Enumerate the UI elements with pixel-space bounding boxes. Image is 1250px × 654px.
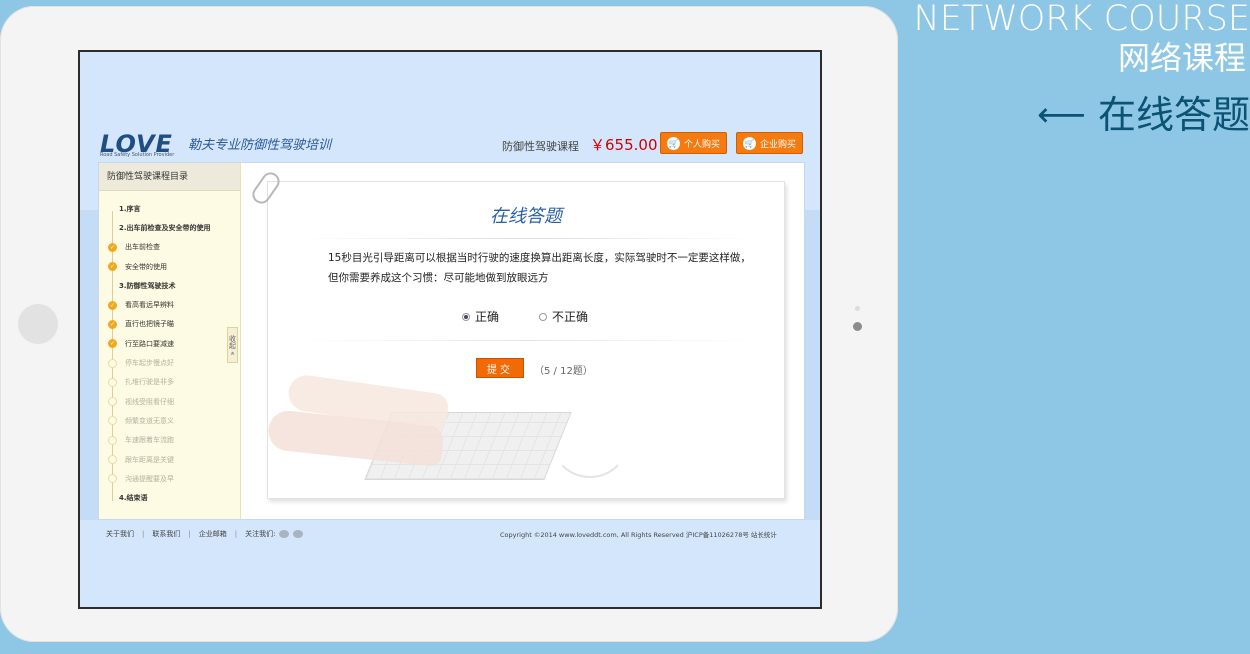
title-divider: [298, 238, 758, 239]
submit-button[interactable]: 提交: [476, 358, 524, 378]
quiz-card: 在线答题 15秒目光引导距离可以根据当时行驶的速度换算出距离长度，实际驾驶时不一…: [267, 181, 785, 499]
toc-item-section[interactable]: 3.防御性驾驶技术: [99, 276, 240, 295]
toc-item-pending[interactable]: 跟车距离是关键: [99, 450, 240, 469]
check-icon: ✓: [108, 242, 117, 252]
check-icon: ✓: [108, 262, 117, 272]
toc-item-completed[interactable]: ✓ 看高看远早辨料: [99, 295, 240, 314]
toc-item-label: 3.防御性驾驶技术: [119, 281, 176, 290]
caption-page-label: 在线答题: [1097, 93, 1250, 137]
course-price: ￥655.00: [590, 136, 658, 154]
check-icon: ✓: [108, 300, 117, 310]
arrow-left-icon: ⟵: [1037, 95, 1086, 135]
check-icon: ✓: [108, 339, 117, 349]
question-progress: （5 / 12题）: [534, 366, 593, 377]
check-icon: ✓: [108, 319, 117, 329]
course-toc: 1.序言 2.出车前检查及安全带的使用 ✓ 出车前检查 ✓ 安全带的使用 3.防御性…: [99, 191, 240, 508]
toc-item-pending[interactable]: 视线受阻看仔细: [99, 392, 240, 411]
weibo-icon[interactable]: [279, 530, 290, 538]
toc-item-pending[interactable]: 沟通提醒要及早: [99, 469, 240, 488]
caption-page-name: ⟵ 在线答题: [1037, 92, 1250, 138]
options-divider: [298, 340, 758, 341]
footer-separator: |: [188, 530, 191, 538]
toc-item-pending[interactable]: 车速跟着车流跑: [99, 431, 240, 450]
question-text: 15秒目光引导距离可以根据当时行驶的速度换算出距离长度，实际驾驶时不一定要这样做…: [328, 248, 768, 288]
sensor-dot: [855, 306, 860, 311]
toc-item-label: 安全带的使用: [125, 262, 167, 271]
radio-icon[interactable]: [539, 312, 548, 321]
keyboard-cable: [550, 438, 618, 478]
sidebar-collapse-toggle[interactable]: 收起 «: [227, 327, 238, 363]
content-panel: 防御性驾驶课程目录 1.序言 2.出车前检查及安全带的使用 ✓ 出车前检查 ✓ 安全…: [98, 162, 805, 520]
toc-item-completed[interactable]: ✓ 行至路口要减速: [99, 334, 240, 353]
footer-separator: |: [234, 530, 238, 538]
tablet-screen: LOVE Road Safety Solution Provider 勒夫专业防…: [78, 50, 822, 609]
empty-circle-icon: [108, 397, 117, 407]
buy-company-label: 企业购买: [760, 139, 797, 150]
question-line-2: 但你需要养成这个习惯：尽可能地做到放眼远方: [328, 272, 549, 284]
empty-circle-icon: [108, 474, 117, 484]
footer-links: 关于我们 | 联系我们 | 企业邮箱 | 关注我们:: [106, 529, 304, 539]
option-correct[interactable]: 正确: [462, 308, 499, 325]
toc-item-section[interactable]: 1.序言: [99, 199, 240, 218]
footer-link-about[interactable]: 关于我们: [106, 529, 134, 539]
empty-circle-icon: [108, 455, 117, 464]
option-incorrect[interactable]: 不正确: [539, 308, 588, 325]
buy-company-button[interactable]: 🛒 企业购买: [736, 132, 804, 154]
logo-tagline: Road Safety Solution Provider: [100, 152, 175, 158]
toc-item-label: 频繁变道无意义: [125, 416, 174, 425]
toc-item-label: 停车起步慢点好: [125, 359, 174, 368]
course-sidebar: 防御性驾驶课程目录 1.序言 2.出车前检查及安全带的使用 ✓ 出车前检查 ✓ 安全…: [99, 163, 241, 519]
cart-icon: 🛒: [667, 136, 680, 150]
toc-item-pending[interactable]: 频繁变道无意义: [99, 411, 240, 430]
toc-item-section[interactable]: 4.结束语: [99, 488, 240, 507]
toc-item-pending[interactable]: 扎堆行驶是非多: [99, 373, 240, 392]
cart-icon: 🛒: [743, 136, 756, 150]
empty-circle-icon: [108, 377, 117, 387]
buy-personal-label: 个人购买: [684, 139, 721, 150]
toc-item-label: 跟车距离是关键: [125, 455, 174, 464]
footer-link-email[interactable]: 企业邮箱: [199, 529, 227, 539]
toc-item-label: 扎堆行驶是非多: [125, 378, 174, 387]
toc-item-label: 车速跟着车流跑: [125, 436, 174, 445]
course-label: 防御性驾驶课程: [502, 140, 579, 153]
toc-item-completed[interactable]: ✓ 直行也把镜子瞄: [99, 315, 240, 334]
caption-chinese-title: 网络课程: [1117, 39, 1246, 77]
toc-item-pending[interactable]: 停车起步慢点好: [99, 353, 240, 372]
toc-item-label: 直行也把镜子瞄: [125, 320, 174, 329]
quiz-title: 在线答题: [490, 206, 562, 227]
home-button[interactable]: [18, 304, 58, 344]
tablet-frame: LOVE Road Safety Solution Provider 勒夫专业防…: [0, 6, 898, 642]
toc-item-label: 4.结束语: [119, 494, 148, 503]
sidebar-title: 防御性驾驶课程目录: [99, 163, 240, 191]
toc-item-completed[interactable]: ✓ 出车前检查: [99, 238, 240, 257]
footer-separator: |: [142, 530, 145, 538]
toc-item-label: 看高看远早辨料: [125, 301, 174, 310]
answer-options: 正确 不正确: [462, 308, 588, 325]
toc-item-completed[interactable]: ✓ 安全带的使用: [99, 257, 240, 276]
camera-dot: [853, 322, 862, 331]
question-line-1: 15秒目光引导距离可以根据当时行驶的速度换算出距离长度，实际驾驶时不一定要这样做…: [328, 252, 751, 264]
footer-follow-label: 关注我们:: [245, 530, 276, 538]
toc-item-label: 出车前检查: [125, 243, 160, 252]
empty-circle-icon: [108, 358, 117, 368]
empty-circle-icon: [108, 416, 117, 426]
radio-selected-icon[interactable]: [462, 312, 470, 321]
wechat-icon[interactable]: [293, 530, 304, 538]
toc-item-label: 1.序言: [119, 204, 141, 213]
toc-item-label: 视线受阻看仔细: [125, 397, 174, 406]
buy-personal-button[interactable]: 🛒 个人购买: [660, 132, 728, 154]
site-slogan: 勒夫专业防御性驾驶培训: [188, 138, 332, 153]
caption-english-title: NETWORK COURSE: [913, 0, 1250, 39]
footer-copyright: Copyright ©2014 www.loveddt.com, All Rig…: [500, 531, 777, 539]
toc-item-label: 2.出车前检查及安全带的使用: [119, 223, 211, 232]
footer-link-contact[interactable]: 联系我们: [152, 529, 180, 539]
toc-item-section[interactable]: 2.出车前检查及安全带的使用: [99, 218, 240, 237]
option-label: 不正确: [552, 310, 589, 324]
option-label: 正确: [475, 310, 500, 324]
empty-circle-icon: [108, 435, 117, 445]
toc-item-label: 沟通提醒要及早: [125, 474, 174, 483]
toc-item-label: 行至路口要减速: [125, 339, 174, 348]
